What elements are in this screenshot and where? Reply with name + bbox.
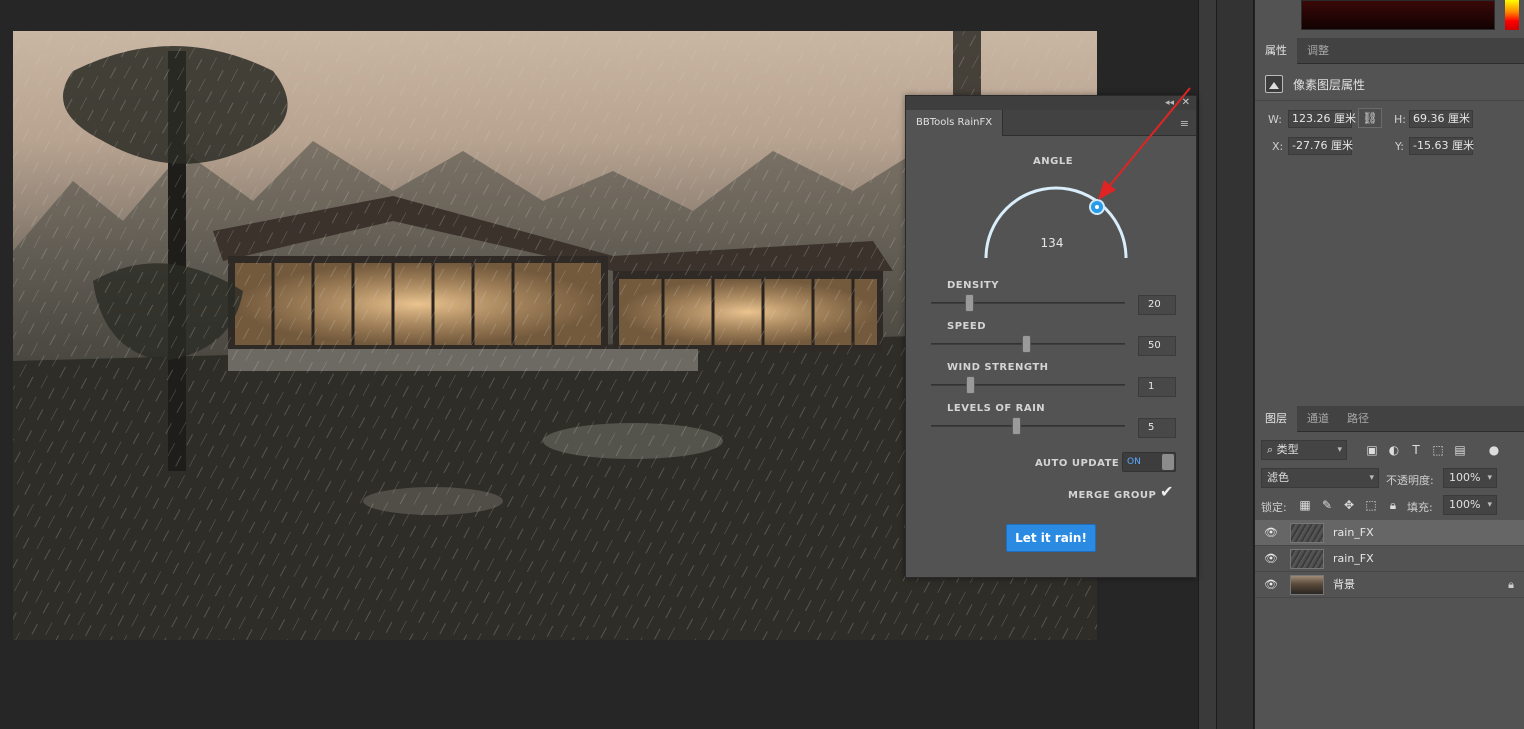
right-panels: 属性 调整 像素图层属性 W: 123.26 厘米 ⛓ H: 69.36 厘米 … [1255,0,1524,729]
color-field[interactable] [1301,0,1495,30]
filter-kind-select[interactable]: ⌕ 类型 ▾ [1261,440,1347,460]
angle-value: 134 [1040,236,1064,250]
filter-kind-value: 类型 [1276,443,1299,456]
search-icon: ⌕ [1267,443,1274,456]
layers-tabbar: 图层 通道 路径 [1255,406,1524,432]
auto-update-label: AUTO UPDATE [1035,458,1120,469]
layer-row-rain-fx-1[interactable]: 👁︎ rain_FX [1255,520,1524,546]
opacity-field[interactable]: 100% ▾ [1443,468,1497,488]
fill-field[interactable]: 100% ▾ [1443,495,1497,515]
image-icon [1265,75,1283,93]
tab-paths[interactable]: 路径 [1337,406,1379,432]
layer-thumbnail [1290,575,1324,595]
tab-rainfx[interactable]: BBTools RainFX [906,110,1004,136]
toggle-knob [1162,454,1174,470]
angle-label: ANGLE [1033,156,1074,167]
fill-label: 填充: [1407,501,1433,514]
annotation-arrow [1098,87,1191,200]
properties-panel: 像素图层属性 W: 123.26 厘米 ⛓ H: 69.36 厘米 X: -27… [1255,66,1524,406]
lock-paint-icon[interactable]: ✎ [1319,497,1335,513]
eye-icon[interactable]: 👁︎ [1264,526,1278,540]
wind-strength-slider-thumb[interactable] [966,376,975,394]
width-label: W: [1268,113,1282,126]
speed-label: SPEED [947,321,986,332]
wind-strength-slider[interactable] [931,384,1125,386]
lock-icon: 🔒︎ [1508,578,1514,591]
x-field[interactable]: -27.76 厘米 [1288,137,1353,155]
auto-update-toggle[interactable]: ON [1122,452,1176,472]
layer-filter-bar: ⌕ 类型 ▾ ▣ ◐ T ⬚ ▤ ● [1259,440,1521,462]
density-field[interactable]: 20 [1138,295,1176,315]
auto-update-state: ON [1127,457,1141,467]
pixel-filter-icon[interactable]: ▣ [1364,442,1380,458]
y-label: Y: [1395,140,1404,153]
eye-icon[interactable]: 👁︎ [1264,552,1278,566]
divider [1255,100,1524,101]
type-filter-icon[interactable]: T [1408,442,1424,458]
blend-mode-select[interactable]: 滤色 ▾ [1261,468,1379,488]
density-slider[interactable] [931,302,1125,304]
levels-of-rain-slider[interactable] [931,425,1125,427]
lock-artboard-icon[interactable]: ⬚ [1363,497,1379,513]
levels-of-rain-label: LEVELS OF RAIN [947,403,1046,414]
shape-filter-icon[interactable]: ⬚ [1430,442,1446,458]
speed-slider-thumb[interactable] [1022,335,1031,353]
let-it-rain-button[interactable]: Let it rain! [1006,524,1096,552]
chevron-down-icon: ▾ [1487,473,1492,483]
adjustment-filter-icon[interactable]: ◐ [1386,442,1402,458]
layer-row-rain-fx-2[interactable]: 👁︎ rain_FX [1255,546,1524,572]
blend-bar: 滤色 ▾ 不透明度: 100% ▾ [1259,468,1521,490]
layer-name[interactable]: rain_FX [1333,546,1374,572]
tab-adjustments[interactable]: 调整 [1297,38,1339,64]
tab-layers[interactable]: 图层 [1255,406,1297,432]
lock-bar: 锁定: ▦ ✎ ✥ ⬚ 🔒︎ 填充: 100% ▾ [1259,495,1521,517]
y-field[interactable]: -15.63 厘米 [1409,137,1474,155]
layer-thumbnail [1290,523,1324,543]
opacity-value: 100% [1449,471,1481,484]
speed-field[interactable]: 50 [1138,336,1176,356]
lock-label: 锁定: [1261,501,1287,514]
chevron-down-icon: ▾ [1487,500,1492,510]
canvas-scrollbar[interactable] [1198,0,1216,729]
layer-thumbnail [1290,549,1324,569]
layers-panel: 图层 通道 路径 ⌕ 类型 ▾ ▣ ◐ T ⬚ ▤ ● 滤色 ▾ 不透明度: 1… [1255,406,1524,729]
levels-of-rain-slider-thumb[interactable] [1012,417,1021,435]
properties-header: 像素图层属性 [1265,74,1365,94]
photoshop-window: 属性 调整 像素图层属性 W: 123.26 厘米 ⛓ H: 69.36 厘米 … [0,0,1524,729]
blend-mode-value: 滤色 [1267,471,1289,484]
chevron-down-icon: ▾ [1369,473,1374,483]
eye-icon[interactable]: 👁︎ [1264,578,1278,592]
properties-tabbar: 属性 调整 [1255,38,1524,64]
fill-value: 100% [1449,498,1481,511]
x-label: X: [1272,140,1284,153]
wind-strength-label: WIND STRENGTH [947,362,1049,373]
opacity-label: 不透明度: [1386,474,1434,487]
density-slider-thumb[interactable] [965,294,974,312]
properties-title: 像素图层属性 [1293,77,1366,92]
layer-row-background[interactable]: 👁︎ 背景 🔒︎ [1255,572,1524,598]
lock-all-icon[interactable]: 🔒︎ [1385,497,1401,513]
tab-properties[interactable]: 属性 [1255,38,1297,64]
merge-group-label: MERGE GROUP [1068,490,1157,501]
chevron-down-icon: ▾ [1337,445,1342,455]
hue-slider[interactable] [1505,0,1519,30]
layer-name[interactable]: rain_FX [1333,520,1374,546]
width-field[interactable]: 123.26 厘米 [1288,110,1356,128]
lock-transparent-icon[interactable]: ▦ [1297,497,1313,513]
color-picker[interactable] [1255,0,1524,38]
tab-channels[interactable]: 通道 [1297,406,1339,432]
panel-dock-strip [1216,0,1254,729]
filter-toggle-icon[interactable]: ● [1486,442,1502,458]
link-icon[interactable]: ⛓ [1358,108,1382,128]
levels-of-rain-field[interactable]: 5 [1138,418,1176,438]
checkmark-icon[interactable]: ✔ [1160,482,1173,501]
lock-position-icon[interactable]: ✥ [1341,497,1357,513]
height-field[interactable]: 69.36 厘米 [1409,110,1473,128]
layer-name[interactable]: 背景 [1333,572,1355,598]
density-label: DENSITY [947,280,999,291]
smart-object-filter-icon[interactable]: ▤ [1452,442,1468,458]
height-label: H: [1394,113,1406,126]
wind-strength-field[interactable]: 1 [1138,377,1176,397]
